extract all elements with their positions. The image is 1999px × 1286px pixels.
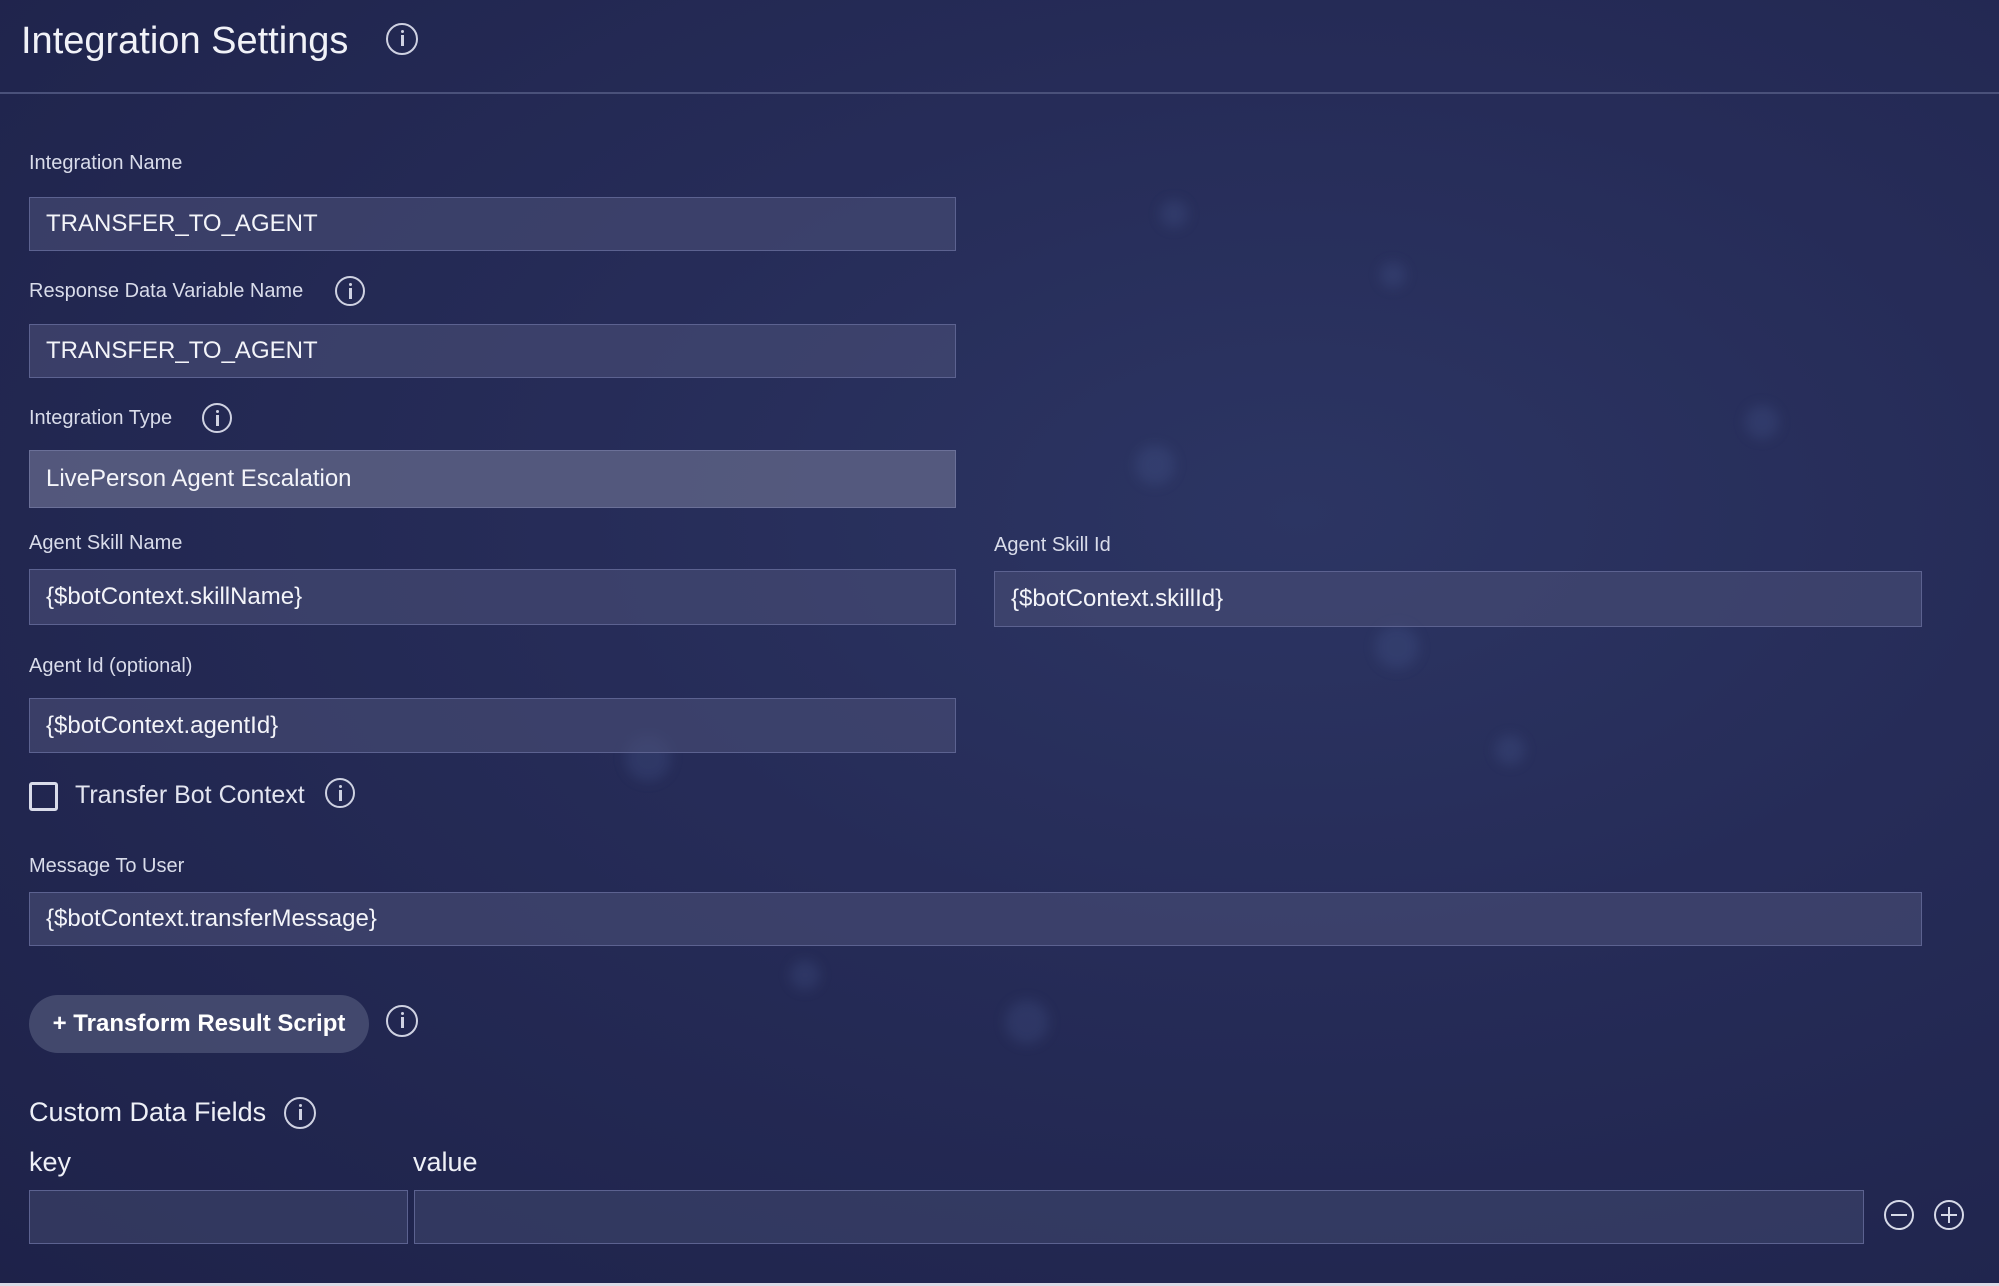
value-column-header: value [413,1147,478,1177]
custom-data-fields-title: Custom Data Fields [29,1097,267,1127]
custom-field-value-input[interactable] [414,1190,1864,1244]
info-icon[interactable] [325,778,355,808]
agent-skill-name-label: Agent Skill Name [29,532,183,554]
transfer-bot-context-label: Transfer Bot Context [75,781,305,809]
background-glow [1380,262,1406,288]
agent-id-input[interactable]: {$botContext.agentId} [29,698,956,753]
add-transform-script-button[interactable]: + Transform Result Script [29,995,369,1053]
key-column-header: key [29,1147,72,1177]
background-glow [790,960,820,990]
agent-id-label: Agent Id (optional) [29,655,193,677]
integration-name-label: Integration Name [29,152,183,174]
page-header: Integration Settings [0,0,1999,94]
custom-field-key-input[interactable] [29,1190,408,1244]
response-variable-label: Response Data Variable Name [29,280,304,302]
message-to-user-input[interactable]: {$botContext.transferMessage} [29,892,1922,946]
integration-type-select[interactable]: LivePerson Agent Escalation [29,450,956,508]
agent-skill-name-input[interactable]: {$botContext.skillName} [29,569,956,625]
agent-skill-id-label: Agent Skill Id [994,534,1111,556]
message-to-user-label: Message To User [29,855,185,877]
info-icon[interactable] [335,276,365,306]
integration-name-input[interactable]: TRANSFER_TO_AGENT [29,197,956,251]
background-glow [1160,200,1188,228]
add-row-button[interactable] [1934,1200,1964,1230]
background-glow [1375,625,1419,669]
background-glow [1745,405,1779,439]
remove-row-button[interactable] [1884,1200,1914,1230]
plus-icon [1947,1207,1951,1223]
background-glow [1135,445,1175,485]
agent-skill-id-input[interactable]: {$botContext.skillId} [994,571,1922,627]
info-icon[interactable] [386,1005,418,1037]
info-icon[interactable] [284,1097,316,1129]
minus-icon [1891,1213,1907,1217]
response-variable-input[interactable]: TRANSFER_TO_AGENT [29,324,956,378]
info-icon[interactable] [202,403,232,433]
background-glow [1495,735,1525,765]
page-title: Integration Settings [21,20,349,62]
transfer-bot-context-checkbox[interactable] [29,782,58,811]
background-glow [1005,1000,1049,1044]
info-icon[interactable] [386,23,418,55]
integration-type-label: Integration Type [29,407,173,429]
